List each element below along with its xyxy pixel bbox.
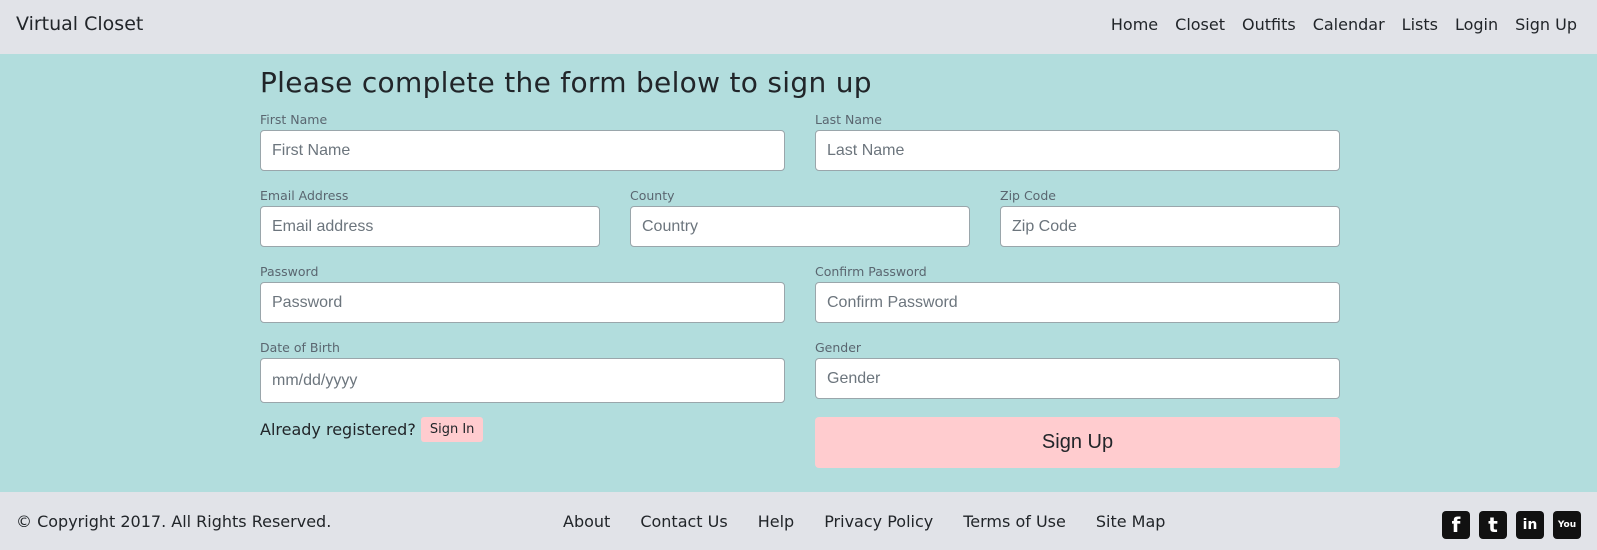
zip-input[interactable] (1000, 206, 1340, 247)
footer-link-terms[interactable]: Terms of Use (963, 512, 1066, 531)
nav-closet[interactable]: Closet (1175, 15, 1225, 34)
dob-label: Date of Birth (260, 340, 340, 355)
already-registered: Already registered? Sign In (260, 417, 484, 442)
county-label: County (630, 188, 675, 203)
nav-outfits[interactable]: Outfits (1242, 15, 1296, 34)
zip-group: Zip Code (1000, 188, 1340, 247)
brand-logo[interactable]: Virtual Closet (16, 13, 143, 35)
footer-link-sitemap[interactable]: Site Map (1096, 512, 1166, 531)
sign-in-button[interactable]: Sign In (420, 417, 484, 442)
password-input[interactable] (260, 282, 785, 323)
first-name-label: First Name (260, 112, 328, 127)
dob-input[interactable] (260, 358, 785, 403)
nav-lists[interactable]: Lists (1402, 15, 1438, 34)
copyright-text: © Copyright 2017. All Rights Reserved. (16, 512, 332, 531)
email-input[interactable] (260, 206, 600, 247)
nav-home[interactable]: Home (1111, 15, 1158, 34)
footer: © Copyright 2017. All Rights Reserved. A… (0, 492, 1597, 550)
email-label: Email Address (260, 188, 349, 203)
nav-calendar[interactable]: Calendar (1313, 15, 1385, 34)
already-registered-text: Already registered? (260, 420, 416, 439)
facebook-icon[interactable]: f (1442, 511, 1470, 539)
county-group: County (630, 188, 970, 247)
signup-form-section: Please complete the form below to sign u… (0, 54, 1597, 492)
confirm-password-input[interactable] (815, 282, 1340, 323)
nav-links: Home Closet Outfits Calendar Lists Login… (1111, 15, 1577, 34)
first-name-group: First Name (260, 112, 785, 171)
first-name-input[interactable] (260, 130, 785, 171)
youtube-icon[interactable]: You (1553, 511, 1581, 539)
last-name-input[interactable] (815, 130, 1340, 171)
password-group: Password (260, 264, 785, 323)
social-icons: f t in You (1442, 511, 1581, 539)
zip-label: Zip Code (1000, 188, 1056, 203)
last-name-label: Last Name (815, 112, 882, 127)
confirm-password-label: Confirm Password (815, 264, 927, 279)
email-group: Email Address (260, 188, 600, 247)
footer-link-contact[interactable]: Contact Us (640, 512, 727, 531)
sign-up-button[interactable]: Sign Up (815, 417, 1340, 468)
footer-link-help[interactable]: Help (758, 512, 794, 531)
footer-link-about[interactable]: About (563, 512, 610, 531)
nav-signup[interactable]: Sign Up (1515, 15, 1577, 34)
gender-group: Gender (815, 340, 1340, 399)
navbar: Virtual Closet Home Closet Outfits Calen… (0, 0, 1597, 54)
password-label: Password (260, 264, 319, 279)
confirm-password-group: Confirm Password (815, 264, 1340, 323)
twitter-icon[interactable]: t (1479, 511, 1507, 539)
gender-label: Gender (815, 340, 862, 355)
linkedin-icon[interactable]: in (1516, 511, 1544, 539)
last-name-group: Last Name (815, 112, 1340, 171)
gender-input[interactable] (815, 358, 1340, 399)
page-title: Please complete the form below to sign u… (260, 66, 872, 99)
nav-login[interactable]: Login (1455, 15, 1498, 34)
county-input[interactable] (630, 206, 970, 247)
footer-link-privacy[interactable]: Privacy Policy (824, 512, 933, 531)
footer-links: About Contact Us Help Privacy Policy Ter… (563, 512, 1165, 531)
dob-group: Date of Birth (260, 340, 785, 403)
